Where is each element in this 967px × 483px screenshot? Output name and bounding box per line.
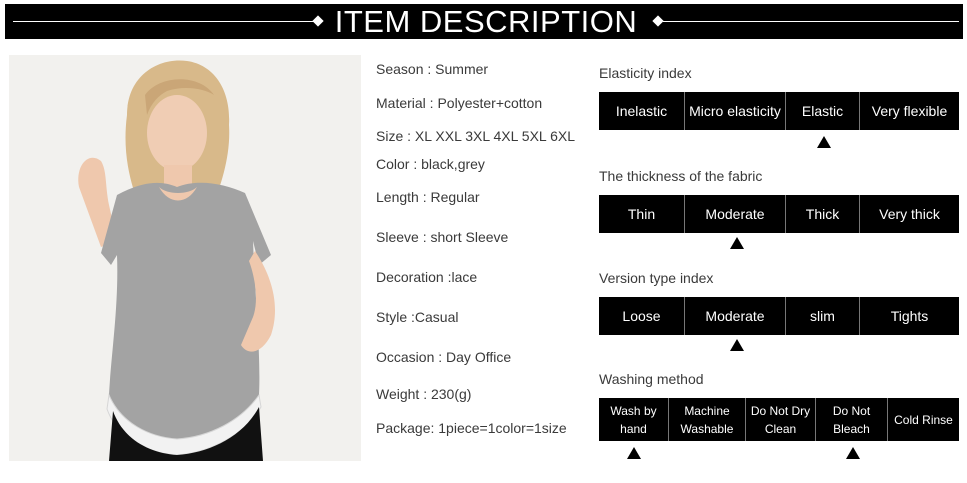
washing-option: Cold Rinse (894, 412, 953, 427)
elasticity-option: Elastic (786, 92, 860, 130)
header-rule-left (13, 21, 315, 22)
selected-triangle-icon (730, 339, 744, 351)
washing-option: Wash by hand (599, 398, 669, 441)
thickness-scale: Thin Moderate Thick Very thick (599, 195, 959, 233)
product-photo (9, 55, 361, 461)
thickness-option: Very thick (879, 206, 940, 222)
version-option: Moderate (685, 297, 786, 335)
washing-option: Machine Washable (669, 398, 746, 441)
diamond-icon (652, 15, 664, 27)
version-option: slim (786, 297, 860, 335)
version-title: Version type index (599, 270, 714, 286)
elasticity-option: Inelastic (599, 92, 685, 130)
spec-weight: Weight : 230(g) (376, 386, 472, 402)
spec-occasion: Occasion : Day Office (376, 349, 512, 365)
elasticity-option: Very flexible (871, 103, 948, 119)
washing-option: Do Not Bleach (816, 398, 888, 441)
washing-title: Washing method (599, 371, 704, 387)
washing-option: Do Not Dry Clean (746, 398, 816, 441)
elasticity-title: Elasticity index (599, 65, 692, 81)
version-scale: Loose Moderate slim Tights (599, 297, 959, 335)
spec-season: Season : Summer (376, 61, 489, 77)
thickness-option: Thick (786, 195, 860, 233)
thickness-option: Moderate (685, 195, 786, 233)
selected-triangle-icon (817, 136, 831, 148)
model-illustration (9, 55, 361, 461)
spec-material: Material : Polyester+cotton (376, 95, 543, 111)
elasticity-scale: Inelastic Micro elasticity Elastic Very … (599, 92, 959, 130)
washing-scale: Wash by hand Machine Washable Do Not Dry… (599, 398, 959, 441)
header-banner: ITEM DESCRIPTION (5, 4, 963, 39)
spec-decoration: Decoration :lace (376, 269, 478, 285)
spec-package: Package: 1piece=1color=1size (376, 420, 567, 436)
thickness-option: Thin (599, 195, 685, 233)
spec-sleeve: Sleeve : short Sleeve (376, 229, 509, 245)
thickness-title: The thickness of the fabric (599, 168, 763, 184)
selected-triangle-icon (846, 447, 860, 459)
selected-triangle-icon (627, 447, 641, 459)
page-title: ITEM DESCRIPTION (334, 4, 638, 39)
spec-style: Style :Casual (376, 309, 459, 325)
selected-triangle-icon (730, 237, 744, 249)
version-option: Loose (599, 297, 685, 335)
version-option: Tights (890, 308, 929, 324)
spec-length: Length : Regular (376, 189, 480, 205)
spec-color: Color : black,grey (376, 156, 485, 172)
spec-size: Size : XL XXL 3XL 4XL 5XL 6XL (376, 128, 575, 144)
elasticity-option: Micro elasticity (685, 92, 786, 130)
header-rule-right (663, 21, 959, 22)
diamond-icon (312, 15, 324, 27)
